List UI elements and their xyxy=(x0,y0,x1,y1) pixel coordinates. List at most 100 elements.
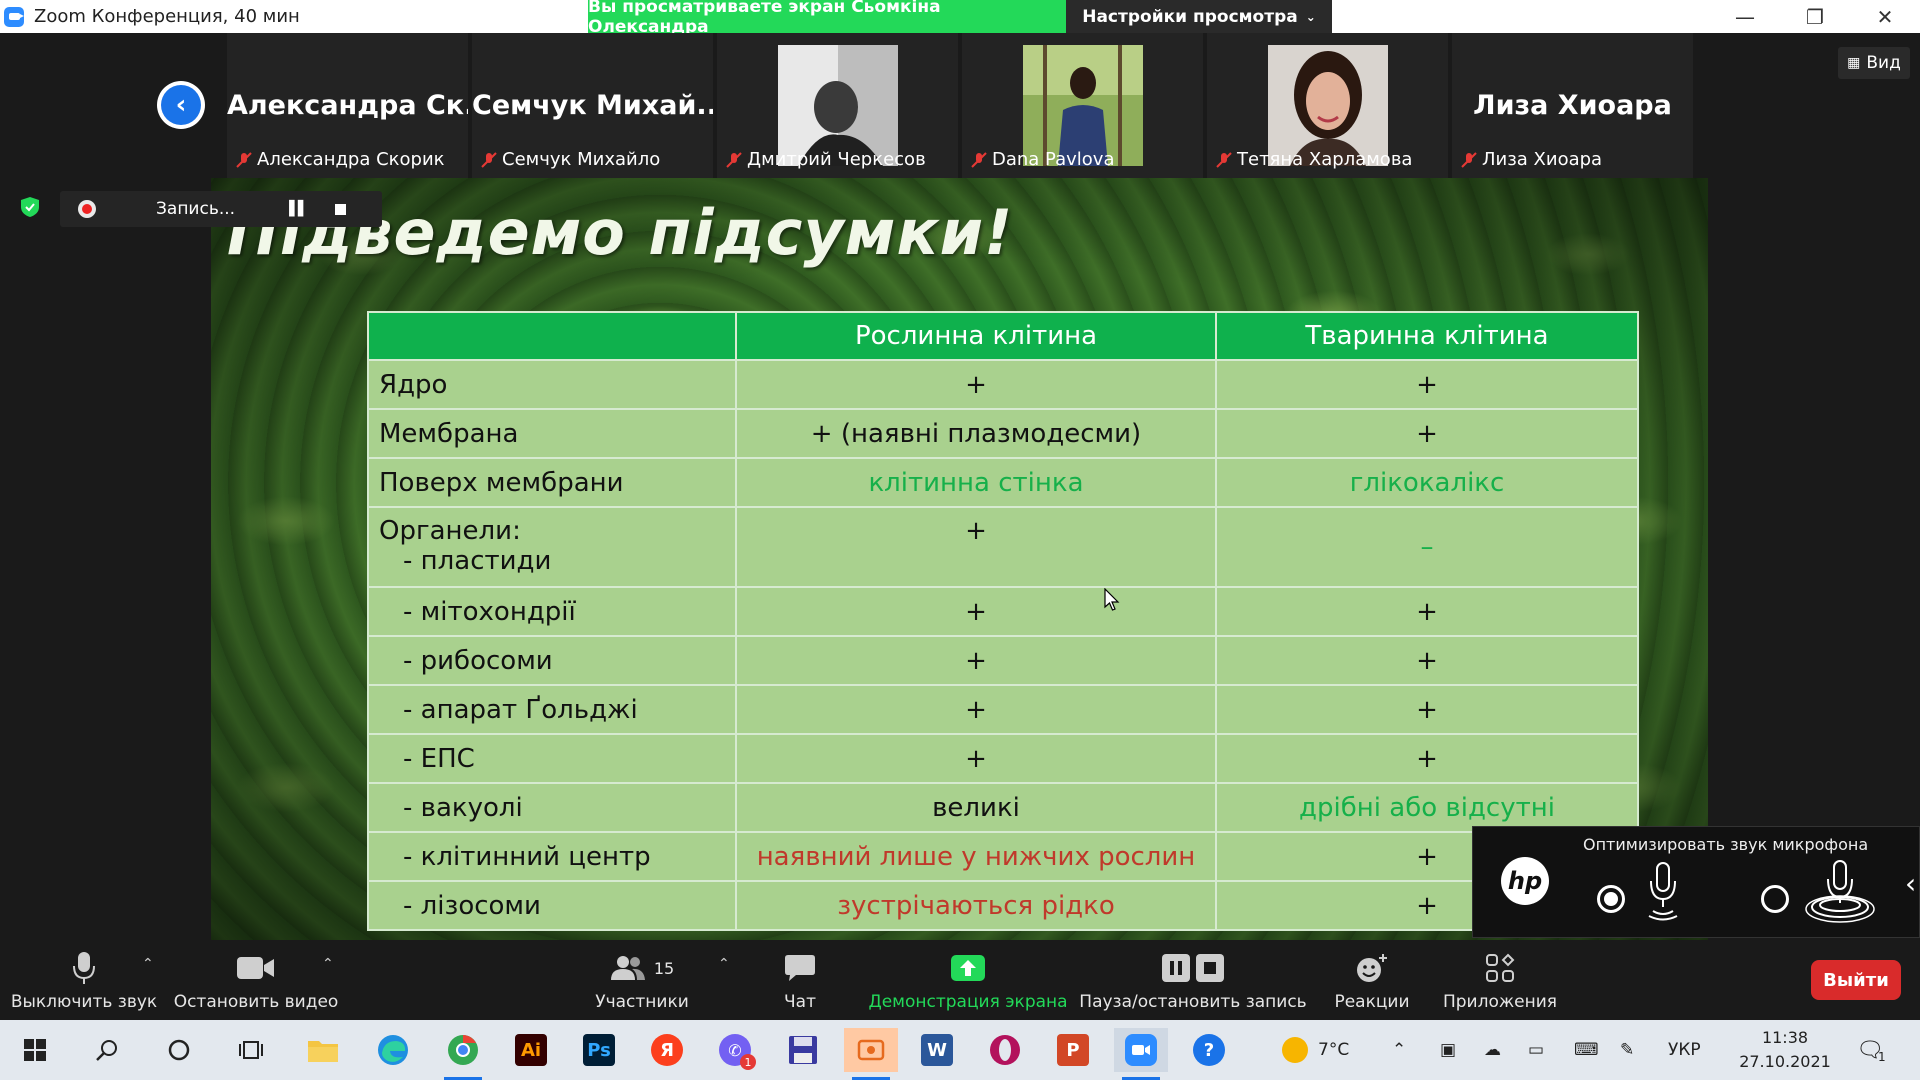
taskbar-file-explorer[interactable] xyxy=(296,1028,350,1072)
start-button[interactable] xyxy=(8,1028,62,1072)
mic-off-icon xyxy=(971,151,987,168)
taskbar-opera[interactable] xyxy=(978,1028,1032,1072)
minimize-button[interactable]: — xyxy=(1710,0,1780,33)
powerpoint-icon: P xyxy=(1057,1034,1089,1066)
microphone-focus-icon xyxy=(1648,862,1678,921)
participant-tile[interactable]: Александра Ск... Александра Скорик xyxy=(227,33,470,178)
system-clock[interactable]: 11:38 27.10.2021 xyxy=(1720,1026,1850,1074)
tray-device-icon[interactable]: ▣ xyxy=(1440,1020,1456,1080)
onedrive-cloud-icon[interactable]: ☁ xyxy=(1484,1020,1501,1080)
illustrator-icon: Ai xyxy=(515,1034,547,1066)
table-cell: - мітохондрії xyxy=(367,586,737,637)
participant-tile[interactable]: Лиза Хиоара Лиза Хиоара xyxy=(1452,33,1695,178)
view-settings-button[interactable]: Настройки просмотра ⌄ xyxy=(1066,0,1332,33)
folder-icon xyxy=(308,1041,338,1062)
taskbar-powerpoint[interactable]: P xyxy=(1046,1028,1100,1072)
taskbar-screen-tool[interactable] xyxy=(844,1028,898,1080)
participants-button[interactable]: 15 Участники xyxy=(592,940,692,1020)
reactions-button[interactable]: Реакции xyxy=(1328,940,1416,1020)
pause-stop-recording-button[interactable]: Пауза/остановить запись xyxy=(1079,940,1307,1020)
mic-mode-radio-focus[interactable] xyxy=(1597,885,1625,913)
chrome-browser-icon xyxy=(448,1035,478,1065)
participant-tile[interactable]: Семчук Михай... Семчук Михайло xyxy=(472,33,715,178)
chat-button[interactable]: Чат xyxy=(770,940,830,1020)
mute-label: Выключить звук xyxy=(10,992,158,1012)
chat-bubble-icon xyxy=(785,955,815,981)
table-cell: - апарат Ґольджі xyxy=(367,684,737,735)
table-cell: - лізосоми xyxy=(367,880,737,931)
table-cell: + xyxy=(735,359,1217,410)
cell-line: - пластиди xyxy=(403,546,552,576)
zoom-icon xyxy=(1125,1034,1157,1066)
stop-video-button[interactable]: Остановить видео xyxy=(174,940,338,1020)
taskbar-illustrator[interactable]: Ai xyxy=(504,1028,558,1072)
table-cell: Органели: - пластиди xyxy=(367,506,737,588)
taskbar-chrome[interactable] xyxy=(436,1028,490,1080)
table-cell: – xyxy=(1215,506,1639,588)
mute-button[interactable]: Выключить звук xyxy=(10,940,158,1020)
participant-big-name: Семчук Михай... xyxy=(472,90,713,121)
taskbar-edge[interactable] xyxy=(366,1028,420,1072)
input-language[interactable]: УКР xyxy=(1668,1020,1701,1080)
taskbar-yandex[interactable]: Я xyxy=(640,1028,694,1072)
participant-big-name: Александра Ск... xyxy=(227,90,468,121)
share-screen-button[interactable]: Демонстрация экрана xyxy=(868,940,1068,1020)
smiley-plus-icon xyxy=(1357,954,1387,982)
table-header-row: Рослинна клітина Тваринна клітина xyxy=(367,311,1639,361)
audio-options-caret-icon[interactable]: ⌃ xyxy=(142,956,154,972)
participant-photo xyxy=(778,45,898,166)
view-layout-button[interactable]: ▦ Вид xyxy=(1838,47,1910,79)
tray-overflow-caret-icon[interactable]: ⌃ xyxy=(1392,1020,1406,1080)
table-cell: глікокалікс xyxy=(1215,457,1639,508)
mic-off-icon xyxy=(236,151,252,168)
taskbar-word[interactable]: W xyxy=(910,1028,964,1072)
security-shield-icon[interactable] xyxy=(20,196,40,218)
table-row: Мембрана + (наявні плазмодесми) + xyxy=(367,408,1639,459)
participants-options-caret-icon[interactable]: ⌃ xyxy=(718,956,730,972)
weather-widget[interactable]: 7°C xyxy=(1282,1020,1349,1080)
view-settings-label: Настройки просмотра xyxy=(1082,6,1298,27)
taskbar-zoom[interactable] xyxy=(1114,1028,1168,1080)
photoshop-icon: Ps xyxy=(583,1034,615,1066)
cortana-button[interactable] xyxy=(152,1028,206,1072)
taskbar-viber[interactable]: ✆ 1 xyxy=(708,1028,762,1072)
pause-recording-icon[interactable]: ▌▌ xyxy=(289,201,308,217)
chevron-left-icon[interactable]: ‹ xyxy=(1905,867,1916,900)
share-screen-label: Демонстрация экрана xyxy=(868,992,1068,1012)
search-button[interactable] xyxy=(80,1028,134,1072)
help-icon: ? xyxy=(1193,1034,1225,1066)
back-arrow-button[interactable]: ‹ xyxy=(157,81,205,129)
table-row: - ЕПС + + xyxy=(367,733,1639,784)
table-cell: - ЕПС xyxy=(367,733,737,784)
recording-dot-icon xyxy=(78,200,96,218)
close-button[interactable]: ✕ xyxy=(1850,0,1920,33)
edge-browser-icon xyxy=(378,1035,408,1065)
leave-meeting-button[interactable]: Выйти xyxy=(1811,960,1901,1000)
taskbar-help[interactable]: ? xyxy=(1182,1028,1236,1072)
taskbar-photoshop[interactable]: Ps xyxy=(572,1028,626,1072)
apps-button[interactable]: Приложения xyxy=(1440,940,1560,1020)
participant-label: Тетяна Харламова xyxy=(1215,149,1412,170)
pen-icon[interactable]: ✎ xyxy=(1620,1020,1634,1080)
table-cell: + xyxy=(1215,635,1639,686)
participant-tile[interactable]: Dana Pavlova xyxy=(962,33,1205,178)
mic-mode-radio-wide[interactable] xyxy=(1761,885,1789,913)
mic-off-icon xyxy=(481,151,497,168)
participant-tile[interactable]: Тетяна Харламова xyxy=(1207,33,1450,178)
task-view-button[interactable] xyxy=(224,1028,278,1072)
participant-tile[interactable]: Дмитрий Черкесов xyxy=(717,33,960,178)
restore-button[interactable]: ❐ xyxy=(1780,0,1850,33)
video-options-caret-icon[interactable]: ⌃ xyxy=(322,956,334,972)
apps-label: Приложения xyxy=(1442,992,1558,1012)
network-icon[interactable]: ⌨ xyxy=(1574,1020,1599,1080)
battery-icon[interactable]: ▭ xyxy=(1528,1020,1544,1080)
table-cell: великі xyxy=(735,782,1217,833)
taskbar-save-app[interactable] xyxy=(776,1028,830,1072)
notifications-button[interactable]: 🗨 1 xyxy=(1856,1020,1886,1080)
mic-off-icon xyxy=(1216,151,1232,168)
mic-off-icon xyxy=(1461,151,1477,168)
comparison-table: Рослинна клітина Тваринна клітина Ядро +… xyxy=(367,311,1639,931)
stop-recording-icon[interactable] xyxy=(334,203,346,215)
table-header xyxy=(367,311,737,361)
table-cell: наявний лише у нижчих рослин xyxy=(735,831,1217,882)
